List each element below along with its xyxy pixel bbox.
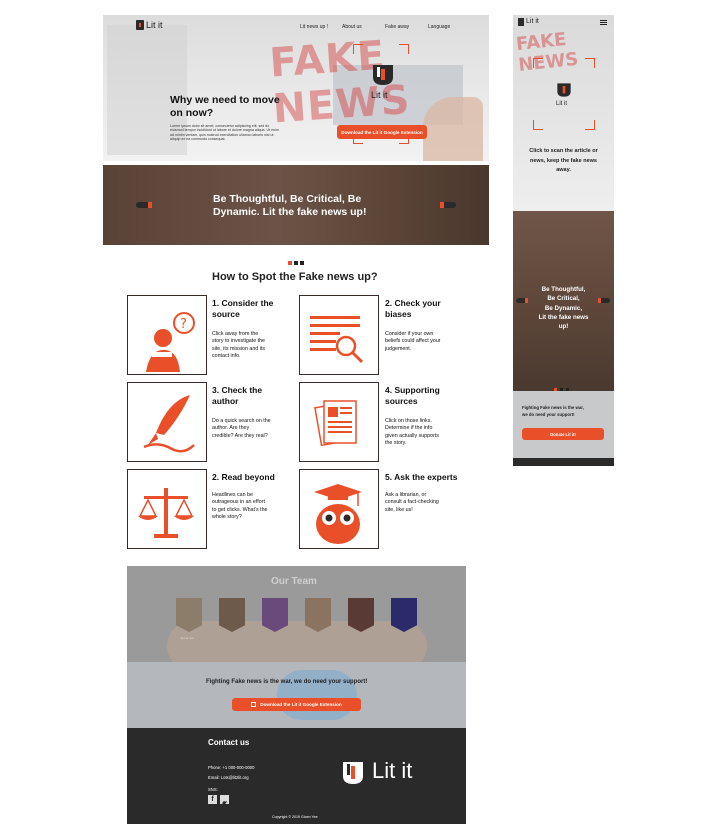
footer-title: Contact us xyxy=(208,738,250,747)
mobile-scan-corner xyxy=(533,120,543,130)
team-member-photo[interactable] xyxy=(176,598,202,632)
thinking-person-icon: ? xyxy=(146,312,195,372)
card-text-2: Consider if your own beliefs could affect… xyxy=(385,331,441,352)
card-image-3 xyxy=(127,382,207,462)
banner-line2: Dynamic. Lit the fake news up! xyxy=(213,206,367,218)
hero-body: Lorem ipsum dolor sit amet, consectetur … xyxy=(170,124,279,142)
hamburger-menu-icon[interactable] xyxy=(600,20,607,25)
footer-phone: Phone: +1 000-000-0000 xyxy=(208,765,255,770)
download-extension-button[interactable]: Download the Lit it Google Extension xyxy=(337,125,427,139)
card-image-2 xyxy=(299,295,379,375)
footer-logo-icon xyxy=(343,762,363,784)
scan-corner xyxy=(353,44,363,54)
support-text: Fighting Fake news is the war, we do nee… xyxy=(206,679,368,685)
svg-text:?: ? xyxy=(180,317,187,332)
mobile-hero: FAKE NEWS xyxy=(513,15,614,211)
lit-logo-icon xyxy=(373,65,393,85)
hero-heading-line2: on now? xyxy=(170,107,214,119)
owl-graduate-icon xyxy=(314,484,362,544)
team-member-photo[interactable] xyxy=(348,598,374,632)
card-image-4 xyxy=(299,382,379,462)
team-member-photo[interactable] xyxy=(219,598,245,632)
card-image-1: ? xyxy=(127,295,207,375)
footer-logo-text: Lit it xyxy=(372,758,413,783)
card-text-5: Headlines can be outrageous in an effort t… xyxy=(212,492,268,520)
copyright: Copyright © 2019 Gloen Yee xyxy=(272,815,318,819)
team-member-name: Jenna Yoo xyxy=(180,636,195,640)
mobile-scan-logo-icon[interactable] xyxy=(556,82,572,98)
mobile-scan-corner xyxy=(533,58,543,68)
mobile-scan-corner xyxy=(585,120,595,130)
banner-line1: Be Thoughtful, Be Critical, Be xyxy=(213,193,362,205)
scan-corner xyxy=(399,44,409,54)
logo-icon[interactable] xyxy=(136,20,144,30)
card-text-1: Click away from the story to investigate … xyxy=(212,331,265,359)
twitter-icon[interactable] xyxy=(220,795,229,806)
hands-bg xyxy=(167,621,427,662)
mobile-support xyxy=(513,391,614,458)
support-bg xyxy=(277,670,357,720)
card-title-6: 5. Ask the experts xyxy=(385,472,458,482)
card-image-6 xyxy=(299,469,379,549)
mobile-scan-logo-text: Lit it xyxy=(556,101,568,107)
mobile-caption: Click to scan the article or news, keep t… xyxy=(529,148,598,173)
hand-bg xyxy=(423,97,483,161)
mobile-banner-text: Be Thoughtful, Be Critical, Be Dynamic, Lit… xyxy=(538,286,589,331)
team-member-photo[interactable] xyxy=(262,598,288,632)
mobile-fake-news-bg: FAKE NEWS xyxy=(515,28,580,76)
card-title-2: 2. Check your biases xyxy=(385,298,441,319)
support-section xyxy=(127,662,466,728)
footer xyxy=(127,728,466,824)
donate-button[interactable]: Donate Lit it! xyxy=(522,428,604,440)
mobile-logo-icon[interactable] xyxy=(518,18,524,26)
carousel-dot[interactable] xyxy=(300,261,304,265)
hero-section: FAKE NEWS xyxy=(103,15,489,161)
documents-icon xyxy=(314,400,357,447)
card-text-4: Click on those links. Determine if the in… xyxy=(385,418,439,446)
nav-fake-away[interactable]: Fake away xyxy=(385,24,409,30)
scale-icon xyxy=(138,488,194,538)
footer-sns-label: SNS: xyxy=(208,787,218,792)
mobile-footer xyxy=(513,458,614,466)
carousel-dot[interactable] xyxy=(294,261,298,265)
card-title-1: 1. Consider the source xyxy=(212,298,274,319)
facebook-icon[interactable]: f xyxy=(208,795,217,804)
nav-lit-news-up[interactable]: Lit news up ! xyxy=(300,24,328,30)
card-text-6: Ask a librarian, or consult a fact-checki… xyxy=(385,492,439,513)
carousel-dot-active[interactable] xyxy=(288,261,292,265)
slogan-banner xyxy=(103,165,489,245)
mobile-support-text: Fighting Fake news is the war, we do need… xyxy=(522,405,584,417)
footer-email[interactable]: Email: Lots@lit2lit.org xyxy=(208,775,249,780)
how-title: How to Spot the Fake news up? xyxy=(212,271,378,283)
card-title-5: 2. Read beyond xyxy=(212,472,275,482)
logo-text[interactable]: Lit it xyxy=(146,20,163,30)
team-member-photo[interactable] xyxy=(305,598,331,632)
support-download-button[interactable]: Download the Lit it Google Extension xyxy=(232,698,361,711)
nav-language[interactable]: Language xyxy=(428,24,450,30)
quill-icon xyxy=(143,395,195,453)
carousel-next-arrow[interactable] xyxy=(440,202,456,208)
card-text-3: Do a quick search on the author. Are they… xyxy=(212,418,271,439)
hero-heading-line1: Why we need to move xyxy=(170,94,280,106)
mobile-logo-text[interactable]: Lit it xyxy=(526,18,539,25)
nav-about-us[interactable]: About us xyxy=(342,24,362,30)
carousel-indicator[interactable] xyxy=(288,252,306,270)
card-title-3: 3. Check the author xyxy=(212,385,263,406)
team-title: Our Team xyxy=(271,576,317,587)
mobile-scan-corner xyxy=(585,58,595,68)
team-member-photo[interactable] xyxy=(391,598,417,632)
extension-icon xyxy=(251,702,257,707)
card-image-5 xyxy=(127,469,207,549)
card-title-4: 4. Supporting sources xyxy=(385,385,440,406)
carousel-prev-arrow[interactable] xyxy=(136,202,152,208)
hero-logo-text: Lit it xyxy=(371,90,388,100)
magnify-document-icon xyxy=(310,316,364,364)
